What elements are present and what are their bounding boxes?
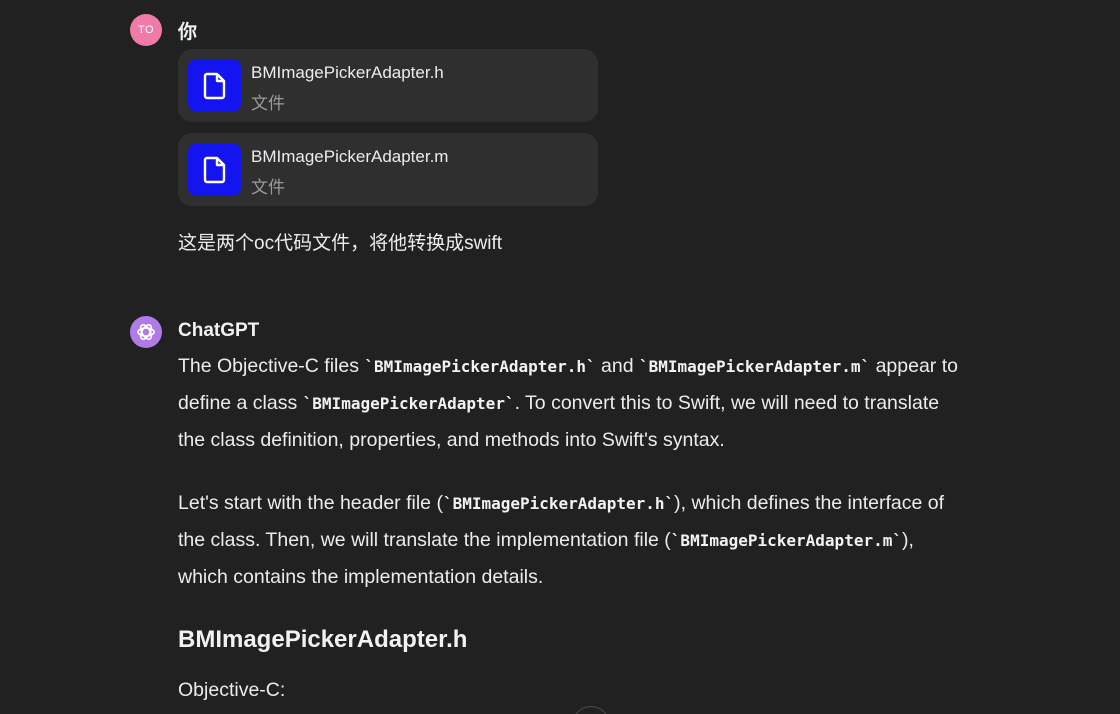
inline-code: `BMImagePickerAdapter` <box>302 394 515 413</box>
response-paragraph-2: Let's start with the header file (`BMIma… <box>178 485 968 596</box>
scroll-down-button[interactable] <box>572 706 610 714</box>
file-type: 文件 <box>251 178 285 197</box>
file-name: BMImagePickerAdapter.h <box>251 63 444 82</box>
inline-code: `BMImagePickerAdapter.h` <box>442 494 675 513</box>
file-attachment-m[interactable]: BMImagePickerAdapter.m 文件 <box>178 133 598 206</box>
file-type: 文件 <box>251 94 285 113</box>
user-avatar: TO <box>130 14 162 46</box>
section-heading: BMImagePickerAdapter.h <box>178 626 468 653</box>
inline-code: `BMImagePickerAdapter.m` <box>670 531 902 550</box>
text-span: Let's start with the header file ( <box>178 492 443 514</box>
inline-code: `BMImagePickerAdapter.m` <box>638 357 871 376</box>
user-avatar-initials: TO <box>137 24 155 36</box>
user-author-name: 你 <box>178 22 198 43</box>
text-span: The Objective-C files <box>178 355 365 377</box>
text-span: and <box>595 355 639 377</box>
file-name: BMImagePickerAdapter.m <box>251 147 449 166</box>
chat-page: TO 你 BMImagePickerAdapter.h 文件 BMImagePi… <box>0 0 1120 714</box>
file-attachment-h[interactable]: BMImagePickerAdapter.h 文件 <box>178 49 598 122</box>
response-paragraph-1: The Objective-C files `BMImagePickerAdap… <box>178 348 968 459</box>
section-subtext: Objective-C: <box>178 679 286 701</box>
inline-code: `BMImagePickerAdapter.h` <box>364 357 596 376</box>
document-icon <box>188 59 241 112</box>
openai-logo-icon <box>130 316 162 348</box>
assistant-author-name: ChatGPT <box>178 320 260 341</box>
user-message-text: 这是两个oc代码文件，将他转换成swift <box>178 233 503 254</box>
document-icon <box>188 143 241 196</box>
